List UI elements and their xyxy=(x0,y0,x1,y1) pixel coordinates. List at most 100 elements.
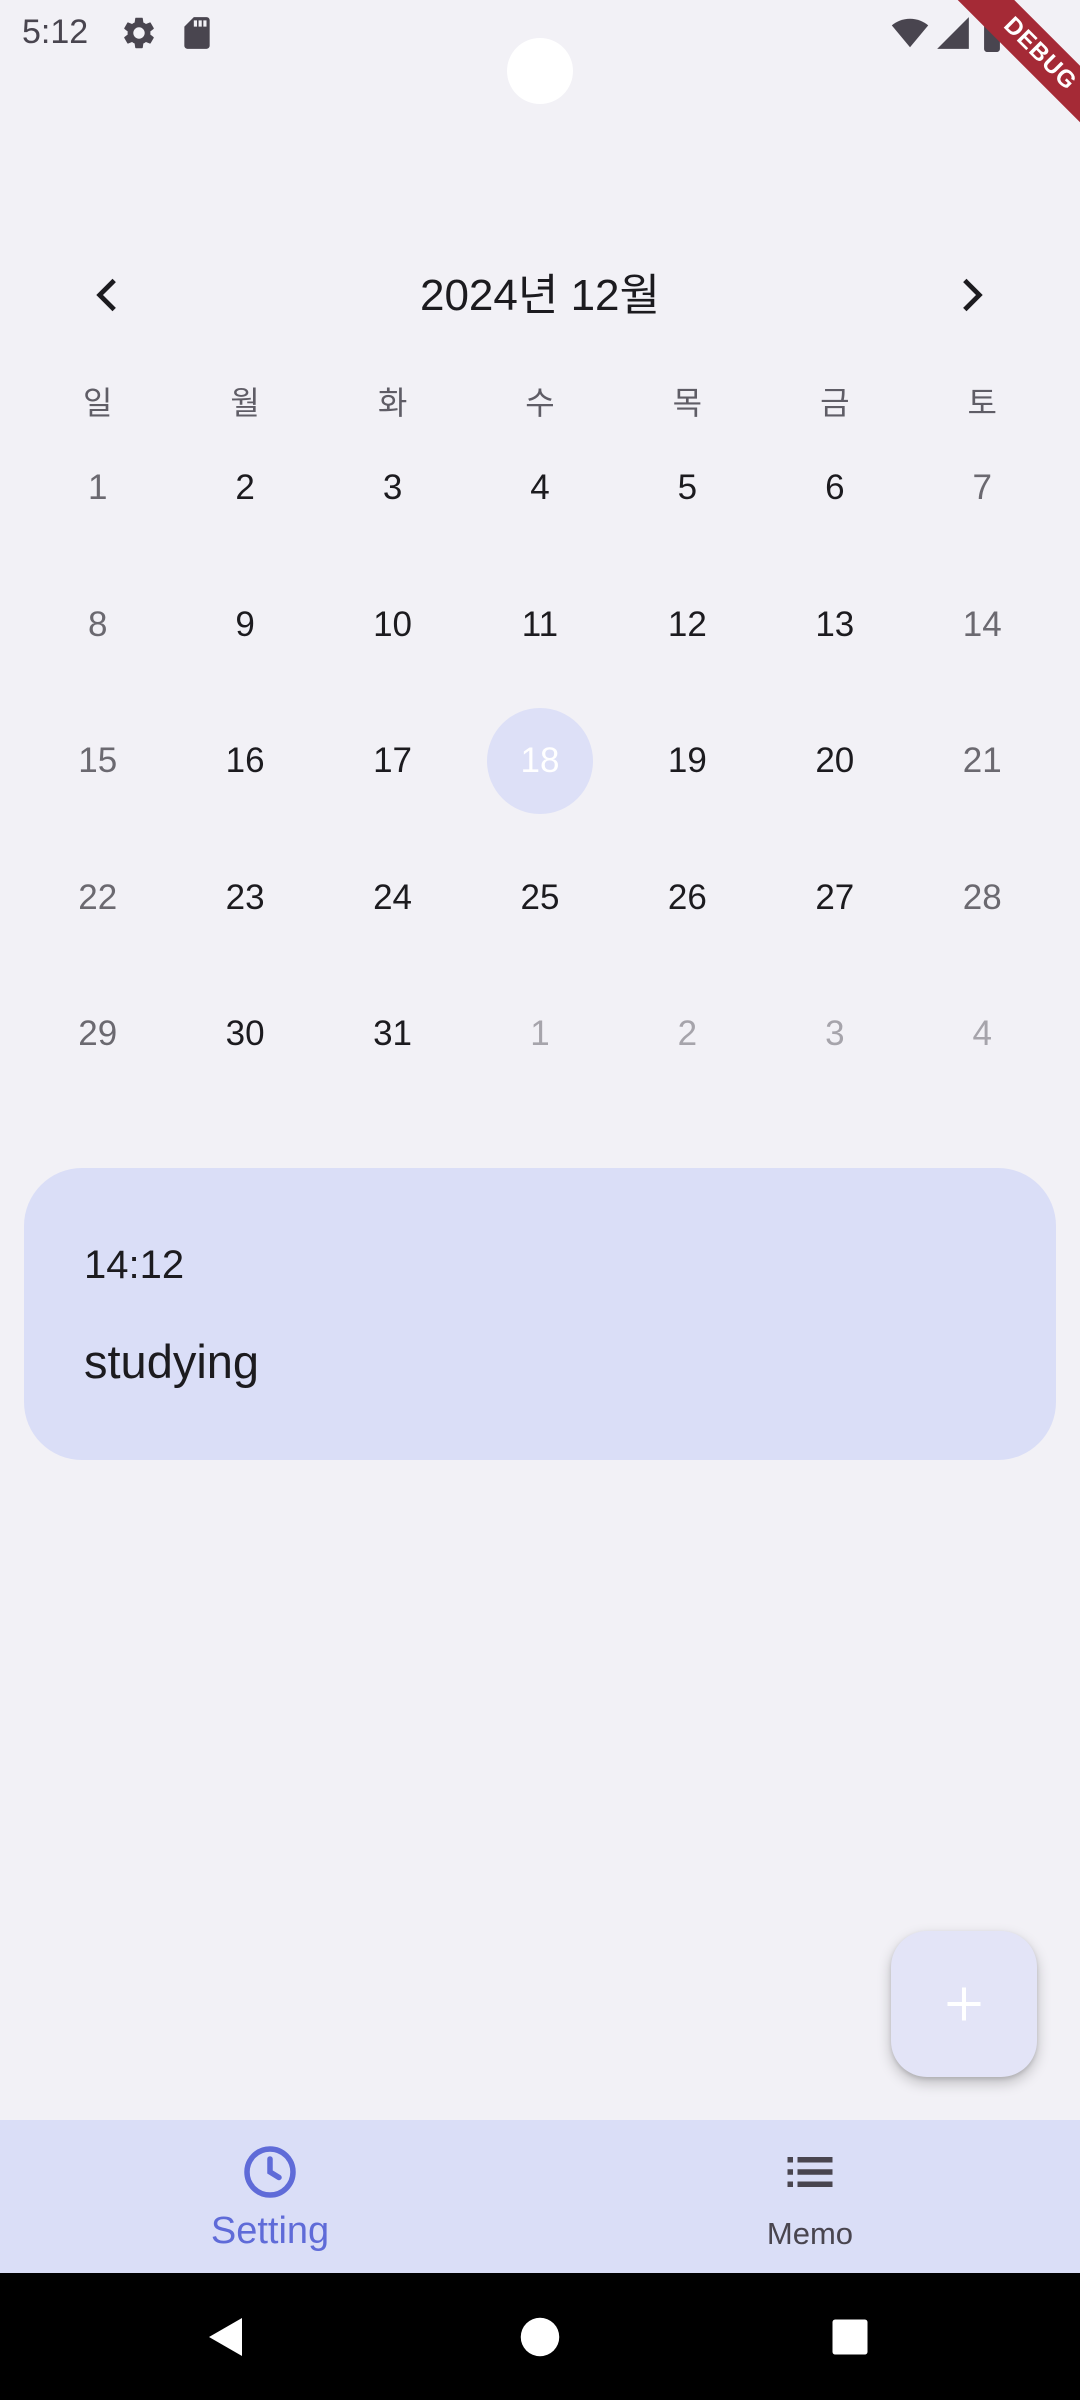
calendar-day-number: 9 xyxy=(235,604,255,644)
calendar-day-number: 20 xyxy=(815,741,855,781)
debug-banner: DEBUG xyxy=(930,0,1080,150)
nav-item-setting[interactable]: Setting xyxy=(0,2120,540,2273)
bottom-navigation: Setting Memo xyxy=(0,2120,1080,2273)
month-title: 2024년 12월 xyxy=(419,271,660,320)
calendar-day-number: 23 xyxy=(225,877,265,917)
calendar-day-number: 10 xyxy=(373,604,413,644)
next-month-button[interactable] xyxy=(942,265,1002,325)
wifi-icon xyxy=(890,14,930,52)
status-time: 5:12 xyxy=(22,13,89,51)
calendar-header: 2024년 12월 xyxy=(0,250,1080,340)
calendar-day-number: 28 xyxy=(962,877,1002,917)
calendar-day-number: 26 xyxy=(667,877,707,917)
calendar-day-selected[interactable]: 18 xyxy=(466,693,613,830)
calendar-day-number: 19 xyxy=(667,741,707,781)
back-button[interactable] xyxy=(166,2273,286,2400)
calendar-day-number: 16 xyxy=(225,741,265,781)
calendar-day[interactable]: 30 xyxy=(171,966,318,1103)
calendar-day-number: 2 xyxy=(677,1014,698,1054)
calendar-day[interactable]: 3 xyxy=(319,420,466,557)
calendar-day-number: 8 xyxy=(87,604,108,644)
calendar-day-number: 6 xyxy=(825,468,845,508)
calendar-day-number: 21 xyxy=(962,741,1002,781)
calendar-day-number: 27 xyxy=(815,877,855,917)
calendar-days-grid: 1 2 3 4 5 6 7 8 9 10 11 12 13 14 15 16 17 18 19 20 21 22 23 24 2… xyxy=(24,420,1056,1100)
app-screen: 5:12 DEBUG 2024년 12월 일 월 화 수 목 금 토 1 2 3… xyxy=(0,0,1080,2400)
calendar-day-number: 2 xyxy=(235,468,255,508)
calendar-day-number: 3 xyxy=(382,468,403,508)
calendar-day-number: 1 xyxy=(530,1014,550,1054)
calendar-day-number: 15 xyxy=(78,741,118,781)
calendar-day[interactable]: 26 xyxy=(614,830,761,967)
chevron-right-icon xyxy=(963,278,983,312)
calendar-day[interactable]: 23 xyxy=(171,830,318,967)
calendar-day-number: 17 xyxy=(373,741,413,781)
calendar-day-number: 31 xyxy=(373,1014,413,1054)
calendar-day-number: 11 xyxy=(521,604,559,644)
calendar-day-number: 4 xyxy=(972,1014,992,1054)
nav-item-label: Memo xyxy=(766,2216,854,2251)
memo-card[interactable]: 14:12 studying xyxy=(24,1168,1056,1460)
gear-icon xyxy=(120,14,158,52)
calendar-day-number: 22 xyxy=(78,877,118,917)
calendar-day-number: 13 xyxy=(815,604,855,644)
calendar-day[interactable]: 1 xyxy=(24,420,171,557)
calendar-day-number: 30 xyxy=(225,1014,265,1054)
calendar-day[interactable]: 15 xyxy=(24,693,171,830)
calendar-day-number: 12 xyxy=(667,604,707,644)
recents-square-icon xyxy=(832,2319,868,2354)
calendar-day[interactable]: 29 xyxy=(24,966,171,1103)
camera-cutout xyxy=(507,38,573,104)
calendar-day[interactable]: 19 xyxy=(614,693,761,830)
status-bar: 5:12 DEBUG xyxy=(0,0,1080,150)
calendar-day[interactable]: 13 xyxy=(761,557,908,694)
plus-icon xyxy=(947,1987,981,2021)
home-circle-icon xyxy=(520,2317,560,2356)
calendar-day[interactable]: 1 xyxy=(466,966,613,1103)
calendar-day[interactable]: 6 xyxy=(761,420,908,557)
calendar-day[interactable]: 11 xyxy=(466,557,613,694)
calendar-day[interactable]: 27 xyxy=(761,830,908,967)
calendar-day[interactable]: 24 xyxy=(319,830,466,967)
calendar-day[interactable]: 10 xyxy=(319,557,466,694)
nav-item-memo[interactable]: Memo xyxy=(540,2120,1080,2273)
calendar-day[interactable]: 9 xyxy=(171,557,318,694)
calendar-day[interactable]: 31 xyxy=(319,966,466,1103)
calendar-day[interactable]: 2 xyxy=(171,420,318,557)
calendar-day[interactable]: 12 xyxy=(614,557,761,694)
recents-button[interactable] xyxy=(790,2273,910,2400)
calendar-day-number: 14 xyxy=(962,604,1002,644)
sd-card-icon xyxy=(178,14,216,52)
debug-label: DEBUG xyxy=(941,0,1080,150)
memo-time: 14:12 xyxy=(84,1243,185,1287)
calendar-day-number: 29 xyxy=(78,1014,118,1054)
system-navigation-bar xyxy=(0,2273,1080,2400)
calendar-day-number: 3 xyxy=(825,1014,845,1054)
calendar-day[interactable]: 3 xyxy=(761,966,908,1103)
clock-icon xyxy=(244,2146,296,2198)
calendar-day-number: 5 xyxy=(677,468,698,508)
calendar-day[interactable]: 4 xyxy=(909,966,1056,1103)
calendar-day[interactable]: 17 xyxy=(319,693,466,830)
home-button[interactable] xyxy=(480,2273,600,2400)
calendar-day[interactable]: 5 xyxy=(614,420,761,557)
calendar-day[interactable]: 8 xyxy=(24,557,171,694)
calendar-day[interactable]: 4 xyxy=(466,420,613,557)
calendar-day[interactable]: 2 xyxy=(614,966,761,1103)
calendar-day[interactable]: 20 xyxy=(761,693,908,830)
calendar-day[interactable]: 22 xyxy=(24,830,171,967)
calendar-day[interactable]: 21 xyxy=(909,693,1056,830)
calendar-day[interactable]: 28 xyxy=(909,830,1056,967)
calendar-day-number: 25 xyxy=(520,877,560,917)
memo-text: studying xyxy=(84,1335,260,1388)
calendar-day-number: 18 xyxy=(520,741,560,781)
calendar-day-number: 1 xyxy=(87,468,108,508)
nav-item-label: Setting xyxy=(210,2210,330,2252)
calendar-day[interactable]: 14 xyxy=(909,557,1056,694)
calendar-day-number: 7 xyxy=(972,468,992,508)
calendar-day[interactable]: 16 xyxy=(171,693,318,830)
calendar-day[interactable]: 25 xyxy=(466,830,613,967)
add-memo-button[interactable] xyxy=(891,1931,1037,2077)
calendar-day[interactable]: 7 xyxy=(909,420,1056,557)
calendar-day-number: 4 xyxy=(530,468,550,508)
